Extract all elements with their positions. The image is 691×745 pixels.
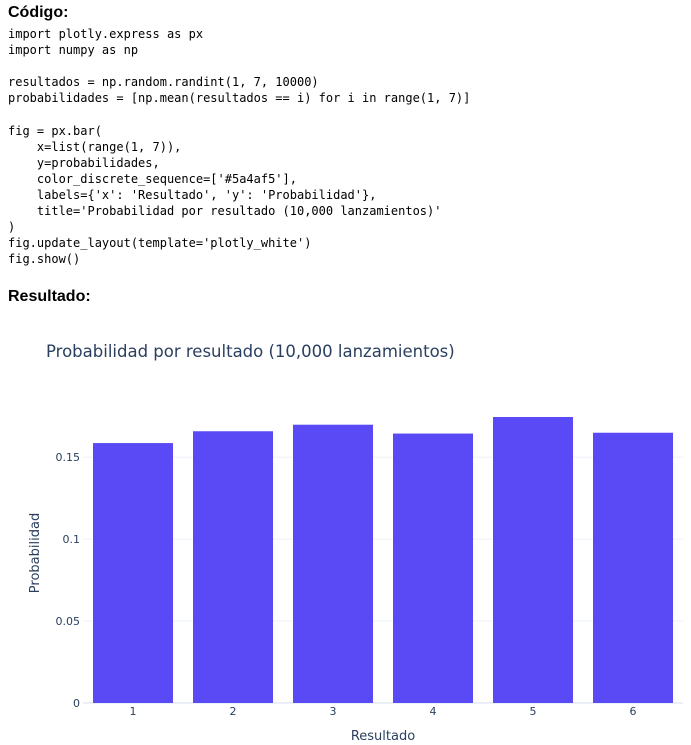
y-tick-label: 0.1 [63,533,81,546]
y-tick-label: 0 [73,697,80,710]
y-tick-labels: 0 0.05 0.1 0.15 [56,451,81,710]
x-tick-label: 5 [530,705,537,718]
x-tick-label: 1 [130,705,137,718]
bar-3[interactable] [293,424,373,703]
bar-6[interactable] [593,432,673,703]
x-tick-label: 4 [430,705,437,718]
y-axis-title: Probabilidad [28,513,43,593]
code-heading: Código: [8,4,69,21]
x-tick-labels: 1 2 3 4 5 6 [130,705,637,718]
chart-title: Probabilidad por resultado (10,000 lanza… [46,342,455,361]
bar-5[interactable] [493,417,573,703]
bars [93,417,673,703]
bar-2[interactable] [193,431,273,703]
bar-chart: Probabilidad por resultado (10,000 lanza… [28,342,683,744]
x-tick-label: 3 [330,705,337,718]
x-tick-label: 6 [630,705,637,718]
code-block: import plotly.express as px import numpy… [8,27,471,267]
result-heading: Resultado: [8,288,91,305]
x-axis-title: Resultado [351,729,415,744]
bar-1[interactable] [93,443,173,703]
y-tick-label: 0.15 [56,451,81,464]
y-tick-label: 0.05 [56,615,81,628]
bar-4[interactable] [393,433,473,703]
x-tick-label: 2 [230,705,237,718]
